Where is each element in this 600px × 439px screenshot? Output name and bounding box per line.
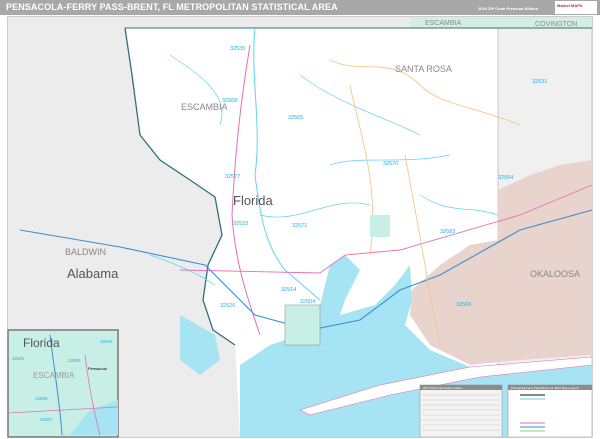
edition-label: 2020 ZIP Code Premium Edition (478, 6, 539, 11)
milton-area (370, 215, 390, 237)
zip-label: 32505 (68, 358, 81, 363)
zip-label: 32514 (281, 287, 296, 293)
county-label: OKALOOSA (530, 269, 580, 279)
inset-county-label: ESCAMBIA (33, 371, 75, 380)
zip-label: 32571 (292, 223, 307, 229)
zip-label: 32570 (383, 161, 398, 167)
publisher-logo: Market MAPS (555, 1, 597, 14)
zip-label: 32526 (220, 303, 235, 309)
county-label: SANTA ROSA (395, 64, 452, 74)
zip-label: 32566 (456, 302, 471, 308)
state-label-alabama: Alabama (67, 266, 119, 281)
logo-text: Market MAPS (557, 3, 583, 8)
inset-map[interactable]: Florida ESCAMBIA Pensacola 32504 32503 3… (7, 329, 119, 438)
zip-index-table: ZIP Code Index/Grid Location (419, 384, 503, 438)
zip-label: 32503 (12, 356, 25, 361)
map-legend: Pensacola-Ferry Pass-Brent, FL MSA Map L… (507, 384, 593, 438)
zip-label: 32535 (230, 46, 245, 52)
map-title: PENSACOLA-FERRY PASS-BRENT, FL METROPOLI… (6, 2, 338, 12)
inset-state-label: Florida (23, 336, 60, 350)
zip-label: 32507 (40, 417, 53, 422)
zip-label: 32568 (222, 98, 237, 104)
zip-label: 32564 (498, 175, 513, 181)
zip-label: 32504 (100, 339, 113, 344)
zip-label: 32533 (233, 221, 248, 227)
zip-label: 32506 (35, 396, 48, 401)
zip-label: 32504 (300, 299, 315, 305)
inset-city-label: Pensacola (88, 366, 107, 371)
pensacola-downtown (284, 304, 321, 346)
state-label-florida: Florida (233, 193, 274, 208)
zip-table-title: ZIP Code Index/Grid Location (423, 386, 463, 390)
zip-label: 32583 (440, 229, 455, 235)
legend-title: Pensacola-Ferry Pass-Brent, FL MSA Map L… (511, 386, 579, 390)
county-label: BALDWIN (65, 247, 106, 257)
county-label: COVINGTON (535, 21, 577, 28)
map-canvas[interactable]: ESCAMBIA SANTA ROSA OKALOOSA BALDWIN ESC… (0, 15, 600, 439)
map-header: PENSACOLA-FERRY PASS-BRENT, FL METROPOLI… (0, 0, 600, 15)
zip-label: 32565 (288, 115, 303, 121)
county-label: ESCAMBIA (181, 102, 228, 112)
zip-label: 32531 (532, 79, 547, 85)
zip-label: 32577 (225, 174, 240, 180)
county-label: ESCAMBIA (425, 20, 462, 27)
